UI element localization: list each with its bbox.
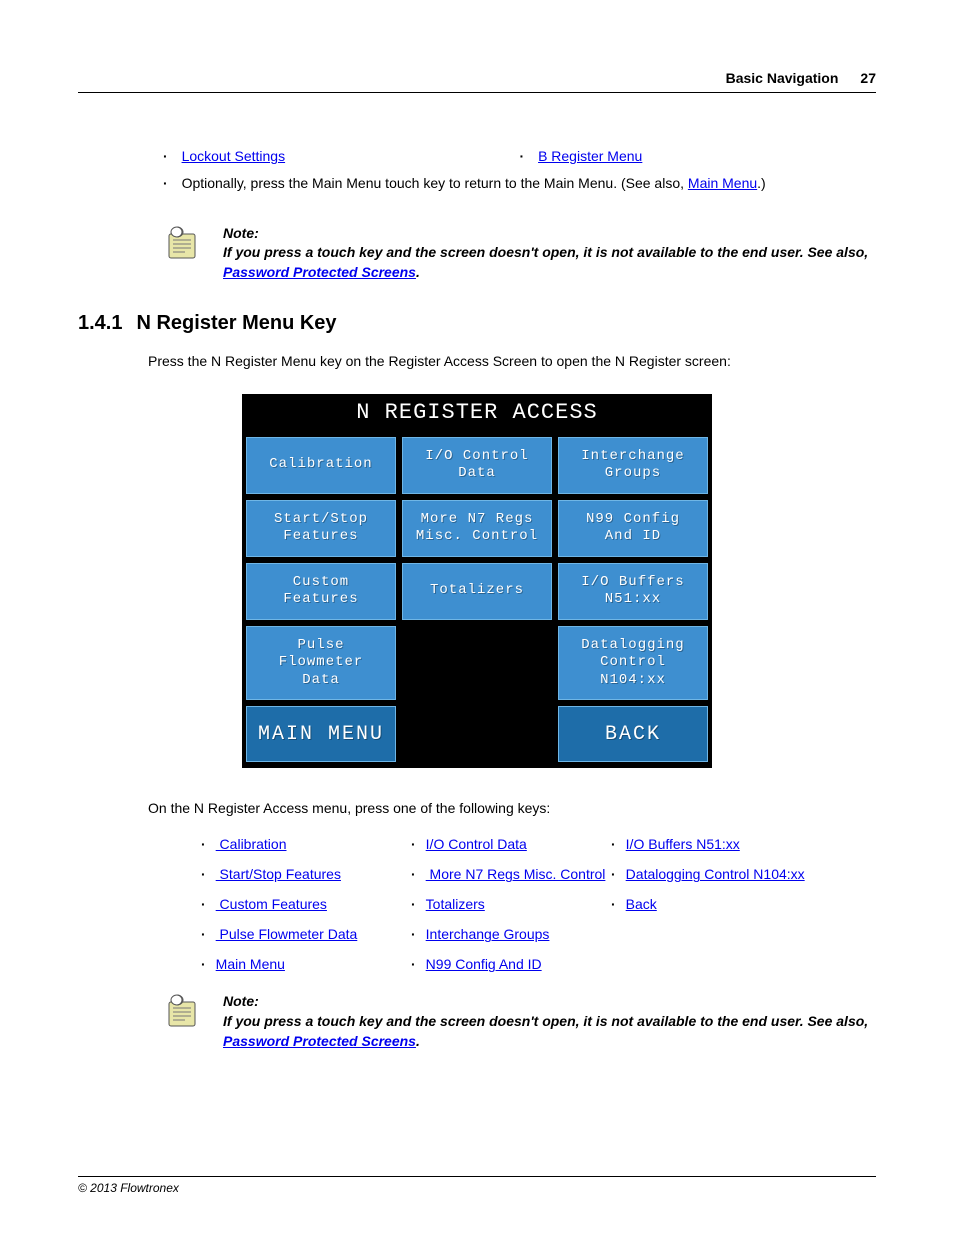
note2-body-b: . — [416, 1033, 420, 1049]
n-register-touchscreen: N REGISTER ACCESS CalibrationI/O Control… — [242, 394, 712, 769]
key-link-interchange-groups[interactable]: Interchange Groups — [426, 926, 550, 942]
password-protected-screens-link-2[interactable]: Password Protected Screens — [223, 1033, 416, 1049]
key-link-custom-features[interactable]: Custom Features — [216, 896, 327, 912]
link-cell: More N7 Regs Misc. Control — [411, 866, 611, 882]
note2-body-a: If you press a touch key and the screen … — [223, 1013, 868, 1029]
touchscreen-empty-slot — [402, 706, 552, 762]
key-link-n99-config-and-id[interactable]: N99 Config And ID — [426, 956, 542, 972]
key-link-main-menu[interactable]: Main Menu — [216, 956, 285, 972]
section-intro: Press the N Register Menu key on the Reg… — [148, 351, 876, 371]
link-cell: I/O Control Data — [411, 836, 611, 852]
key-link-back[interactable]: Back — [626, 896, 657, 912]
link-cell: Interchange Groups — [411, 926, 611, 942]
footer-copyright: © 2013 Flowtronex — [78, 1176, 876, 1195]
touchscreen-button-calibration[interactable]: Calibration — [246, 437, 396, 494]
note-label: Note: — [223, 224, 876, 244]
touchscreen-button-datalogging-control-n104-xx[interactable]: Datalogging Control N104:xx — [558, 626, 708, 701]
touchscreen-button-totalizers[interactable]: Totalizers — [402, 563, 552, 620]
link-cell: Main Menu — [201, 956, 411, 972]
note1-body-b: . — [416, 264, 420, 280]
after-figure-text: On the N Register Access menu, press one… — [148, 798, 876, 818]
optional-text-suffix: .) — [757, 175, 766, 191]
key-link-totalizers[interactable]: Totalizers — [426, 896, 485, 912]
key-link-more-n7-regs-misc-control[interactable]: More N7 Regs Misc. Control — [426, 866, 606, 882]
note-label: Note: — [223, 992, 876, 1012]
page-header: Basic Navigation 27 — [78, 70, 876, 93]
link-cell: Custom Features — [201, 896, 411, 912]
link-cell: Start/Stop Features — [201, 866, 411, 882]
touchscreen-empty-slot — [402, 626, 552, 701]
touchscreen-button-custom-features[interactable]: Custom Features — [246, 563, 396, 620]
main-menu-link[interactable]: Main Menu — [688, 175, 757, 191]
touchscreen-button-back[interactable]: BACK — [558, 706, 708, 762]
link-cell: Calibration — [201, 836, 411, 852]
touchscreen-button-n99-config-and-id[interactable]: N99 Config And ID — [558, 500, 708, 557]
key-link-i-o-buffers-n51-xx[interactable]: I/O Buffers N51:xx — [626, 836, 740, 852]
touchscreen-button-more-n7-regs-misc-control[interactable]: More N7 Regs Misc. Control — [402, 500, 552, 557]
link-cell: Datalogging Control N104:xx — [611, 866, 821, 882]
section-title: N Register Menu Key — [136, 312, 336, 334]
section-heading: 1.4.1 N Register Menu Key — [78, 312, 876, 335]
link-cell: I/O Buffers N51:xx — [611, 836, 821, 852]
touchscreen-title: N REGISTER ACCESS — [244, 396, 710, 433]
header-page-number: 27 — [860, 70, 876, 86]
optional-instruction: Optionally, press the Main Menu touch ke… — [163, 174, 876, 194]
link-cell: Pulse Flowmeter Data — [201, 926, 411, 942]
key-links-grid: Calibration I/O Control Data I/O Buffers N… — [201, 836, 876, 972]
note-box-2: Note: If you press a touch key and the s… — [163, 992, 876, 1051]
touchscreen-button-i-o-control-data[interactable]: I/O Control Data — [402, 437, 552, 494]
key-link-pulse-flowmeter-data[interactable]: Pulse Flowmeter Data — [216, 926, 358, 942]
b-register-menu-link[interactable]: B Register Menu — [538, 148, 642, 164]
note-icon — [163, 224, 203, 264]
touchscreen-button-pulse-flowmeter-data[interactable]: Pulse Flowmeter Data — [246, 626, 396, 701]
link-cell: Back — [611, 896, 821, 912]
lockout-settings-link[interactable]: Lockout Settings — [182, 148, 286, 164]
header-section-title: Basic Navigation — [726, 70, 839, 86]
key-link-i-o-control-data[interactable]: I/O Control Data — [426, 836, 527, 852]
password-protected-screens-link[interactable]: Password Protected Screens — [223, 264, 416, 280]
top-link-right-row: B Register Menu — [520, 148, 877, 164]
touchscreen-button-interchange-groups[interactable]: Interchange Groups — [558, 437, 708, 494]
note-icon — [163, 992, 203, 1032]
key-link-start-stop-features[interactable]: Start/Stop Features — [216, 866, 341, 882]
touchscreen-button-main-menu[interactable]: MAIN MENU — [246, 706, 396, 762]
optional-text-prefix: Optionally, press the Main Menu touch ke… — [182, 175, 688, 191]
link-cell: N99 Config And ID — [411, 956, 611, 972]
note-box-1: Note: If you press a touch key and the s… — [163, 224, 876, 283]
touchscreen-button-start-stop-features[interactable]: Start/Stop Features — [246, 500, 396, 557]
key-link-calibration[interactable]: Calibration — [216, 836, 287, 852]
note1-body-a: If you press a touch key and the screen … — [223, 244, 868, 260]
section-number: 1.4.1 — [78, 312, 122, 334]
top-link-left-row: Lockout Settings — [163, 148, 520, 164]
touchscreen-button-i-o-buffers-n51-xx[interactable]: I/O Buffers N51:xx — [558, 563, 708, 620]
key-link-datalogging-control-n104-xx[interactable]: Datalogging Control N104:xx — [626, 866, 805, 882]
link-cell: Totalizers — [411, 896, 611, 912]
